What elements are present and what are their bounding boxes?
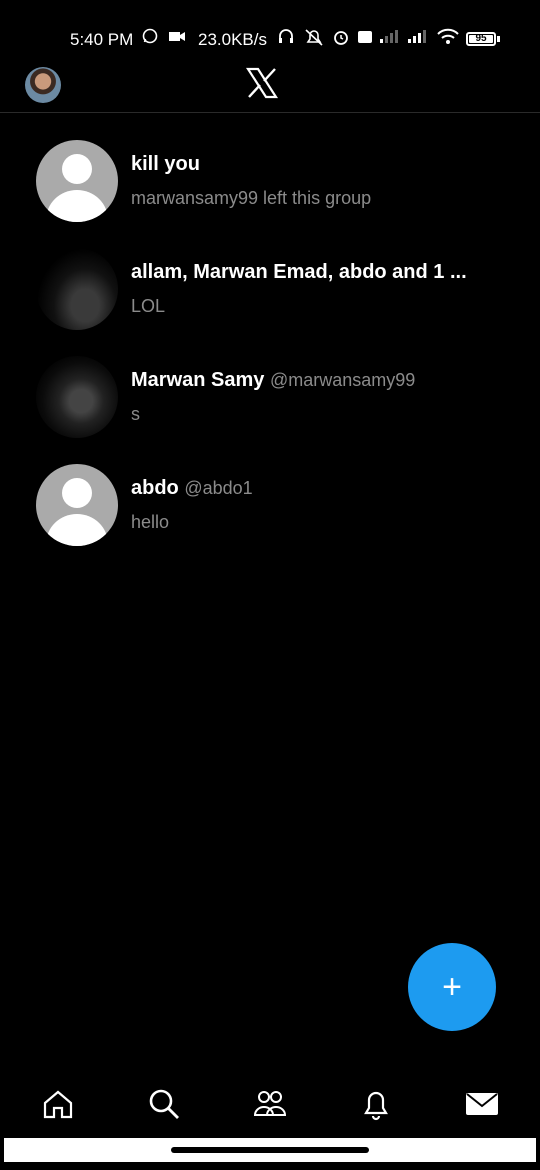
alarm-icon (332, 28, 350, 51)
conversation-name: kill you (131, 153, 200, 175)
conversation-item[interactable]: kill you marwansamy99 left this group (0, 135, 540, 243)
conversation-handle: @abdo1 (184, 478, 253, 498)
conversation-preview: LOL (131, 296, 166, 316)
battery-icon: 95 (466, 32, 496, 46)
x-logo-icon (245, 67, 279, 99)
new-message-icon: + (442, 968, 462, 1006)
header (0, 60, 540, 113)
conversation-preview: s (131, 404, 140, 424)
mute-icon (304, 28, 324, 51)
conversation-name: allam, Marwan Emad, abdo and 1 ... (131, 261, 467, 283)
home-icon[interactable] (40, 1086, 76, 1122)
conversation-item[interactable]: abdo @abdo1 hello (0, 459, 540, 567)
network-speed: 23.0KB/s (198, 30, 267, 49)
profile-avatar[interactable] (25, 67, 61, 103)
sim-icon (356, 28, 374, 51)
status-time: 5:40 PM (70, 30, 134, 49)
video-icon (168, 28, 186, 49)
signal-icon-2 (406, 28, 430, 49)
bottom-nav (0, 1082, 540, 1130)
notifications-icon[interactable] (358, 1086, 394, 1122)
headphones-icon (278, 28, 294, 49)
conversation-name: Marwan Samy (131, 369, 265, 391)
wifi-icon (436, 28, 460, 51)
signal-icon (378, 28, 402, 49)
conversation-handle: @marwansamy99 (269, 370, 416, 390)
home-indicator[interactable] (171, 1147, 369, 1153)
default-avatar (36, 464, 118, 546)
whatsapp-icon (142, 28, 158, 49)
conversation-preview: marwansamy99 left this group (131, 188, 372, 208)
group-photo-avatar (36, 248, 118, 330)
conversation-item[interactable]: allam, Marwan Emad, abdo and 1 ... LOL (0, 243, 540, 351)
battery-level: 95 (475, 33, 487, 44)
conversation-list: kill you marwansamy99 left this group al… (0, 135, 540, 567)
conversation-preview: hello (131, 512, 170, 532)
status-bar: 5:40 PM 23.0KB/s 95 (0, 22, 540, 58)
messages-icon[interactable] (464, 1086, 500, 1122)
default-avatar (36, 140, 118, 222)
anime-photo-avatar (36, 356, 118, 438)
new-message-button[interactable]: + (408, 943, 496, 1031)
communities-icon[interactable] (252, 1086, 288, 1122)
conversation-name: abdo (131, 477, 179, 499)
search-icon[interactable] (146, 1086, 182, 1122)
conversation-item[interactable]: Marwan Samy @marwansamy99 s (0, 351, 540, 459)
